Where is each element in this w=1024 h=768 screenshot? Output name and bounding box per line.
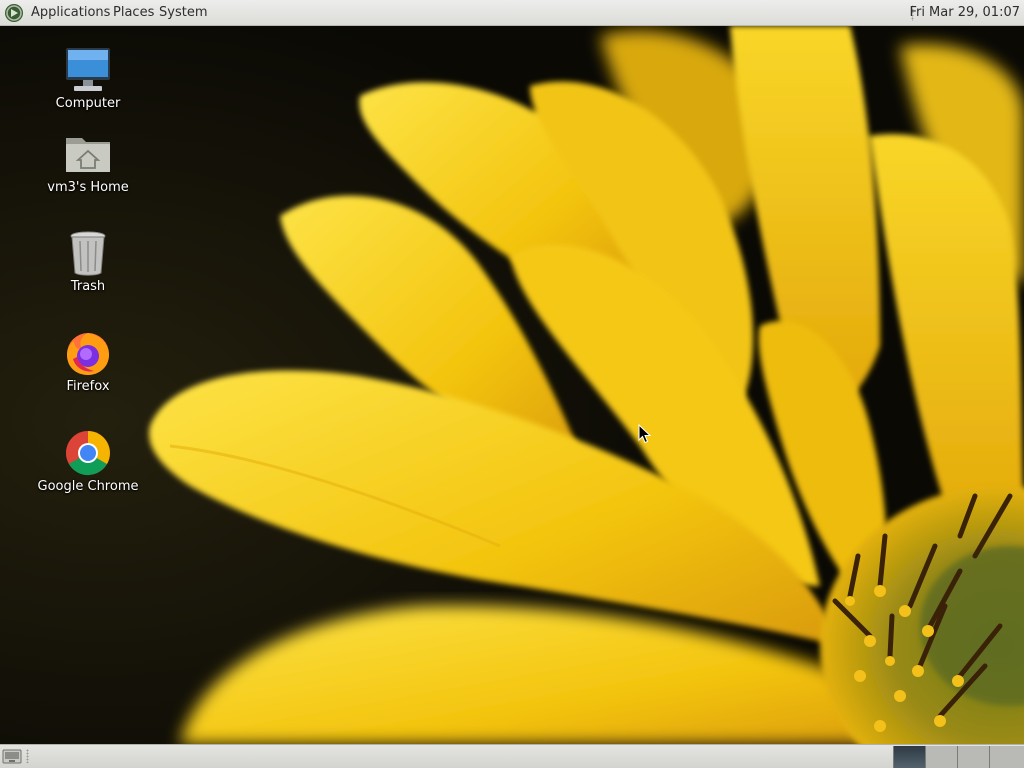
places-menu[interactable]: Places [113,5,154,20]
wallpaper-image [0,26,1024,744]
panel-drag-handle[interactable] [26,749,29,763]
computer-icon [66,48,110,91]
distro-logo-icon[interactable] [4,3,24,23]
bottom-panel [0,744,1024,768]
desktop-icon-label: Trash [70,279,106,294]
desktop-icon-trash[interactable]: Trash [33,229,143,294]
mouse-pointer-icon [638,424,652,444]
clock[interactable]: Fri Mar 29, 01:07 [909,5,1020,20]
applications-menu[interactable]: Applications [31,5,110,20]
chrome-icon [66,431,110,476]
desktop-icon-chrome[interactable]: Google Chrome [33,429,143,494]
desktop-icon-label: vm3's Home [47,180,129,195]
trash-icon [70,231,106,276]
desktop-icon-computer[interactable]: Computer [33,46,143,111]
system-menu[interactable]: System [159,5,207,20]
home-folder-icon [66,138,110,172]
desktop-icon-home[interactable]: vm3's Home [33,130,143,195]
workspace-1[interactable] [893,746,925,768]
desktop-icon-label: Computer [55,96,121,111]
desktop-icon-label: Firefox [66,379,110,394]
desktop-icon-firefox[interactable]: Firefox [33,329,143,394]
workspace-2[interactable] [925,746,957,768]
workspace-3[interactable] [957,746,989,768]
top-panel: Applications Places System Fri Mar 29, 0… [0,0,1024,26]
desktop[interactable]: Computer vm3's Home Trash Firefox Google… [0,26,1024,744]
desktop-icon-label: Google Chrome [37,479,139,494]
workspace-4[interactable] [989,746,1024,768]
show-desktop-icon[interactable] [2,748,22,765]
firefox-icon [67,333,109,375]
